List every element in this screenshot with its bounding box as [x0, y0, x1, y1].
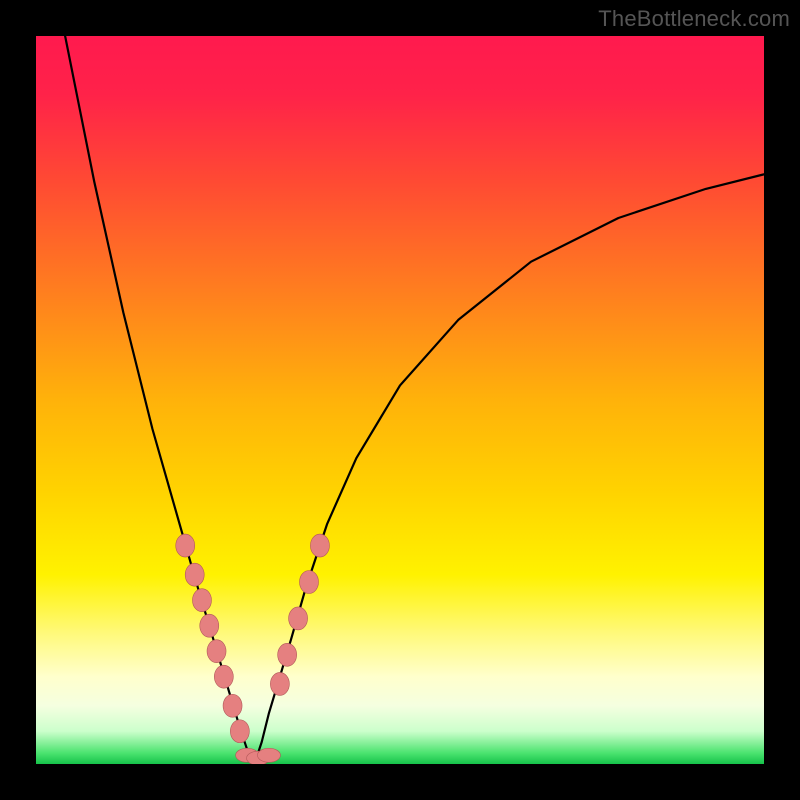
marker-left-2 [192, 589, 211, 612]
chart-frame: TheBottleneck.com [0, 0, 800, 800]
marker-left-1 [185, 563, 204, 586]
marker-left-7 [230, 720, 249, 743]
watermark-text: TheBottleneck.com [598, 6, 790, 32]
marker-right-2 [289, 607, 308, 630]
marker-right-3 [300, 571, 319, 594]
marker-left-4 [207, 640, 226, 663]
marker-bottom-2 [257, 748, 280, 762]
marker-right-0 [270, 672, 289, 695]
marker-left-5 [214, 665, 233, 688]
marker-right-1 [278, 643, 297, 666]
marker-left-0 [176, 534, 195, 557]
marker-right-4 [310, 534, 329, 557]
marker-left-6 [223, 694, 242, 717]
bottleneck-chart [36, 36, 764, 764]
marker-left-3 [200, 614, 219, 637]
